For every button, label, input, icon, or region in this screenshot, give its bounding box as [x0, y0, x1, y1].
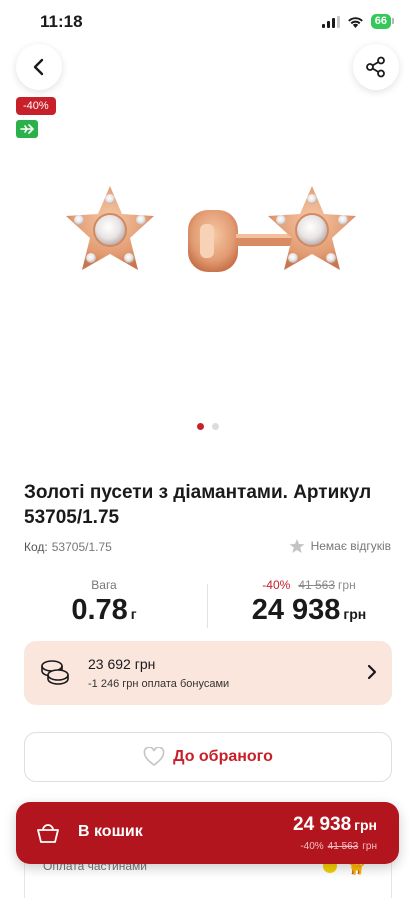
weight-unit: г — [130, 606, 137, 622]
product-code-label: Код: — [24, 540, 48, 554]
discount-percent: -40% — [262, 578, 291, 592]
weight-value: 0.78 — [71, 594, 128, 626]
battery-indicator: 66 — [370, 14, 395, 29]
cart-old-currency: грн — [362, 841, 377, 852]
delivery-badge — [16, 120, 38, 138]
divider — [207, 584, 208, 628]
product-code: Код: 53705/1.75 — [24, 540, 112, 554]
old-price: 41 563 — [298, 578, 336, 592]
weight-block: Вага 0.78 г — [24, 578, 184, 627]
chevron-left-icon — [33, 58, 44, 76]
reviews-link[interactable]: Немає відгуків — [289, 538, 391, 554]
cart-discount-percent: -40% — [300, 841, 324, 852]
share-button[interactable] — [353, 44, 399, 90]
cart-price: 24 938 — [293, 814, 352, 835]
price-row: 24 938 грн — [224, 594, 394, 627]
cart-old-price-row: -40% 41 563 грн — [300, 841, 377, 852]
old-price-row: -40% 41 563 грн — [224, 578, 394, 592]
price-currency: грн — [343, 606, 367, 622]
back-button[interactable] — [16, 44, 62, 90]
signal-icon — [321, 15, 340, 28]
carousel-dot[interactable] — [196, 423, 204, 430]
cart-label: В кошик — [78, 823, 143, 840]
cart-old-price: 41 563 — [327, 841, 359, 852]
weight-label: Вага — [91, 578, 117, 592]
wifi-icon — [347, 16, 363, 28]
reviews-label: Немає відгуків — [310, 539, 391, 553]
status-time: 11:18 — [40, 12, 83, 31]
airplane-icon — [20, 124, 34, 134]
product-title: Золоті пусети з діамантами. Артикул 5370… — [24, 482, 372, 528]
heart-icon — [143, 747, 165, 766]
bonus-subtitle: -1 246 грн оплата бонусами — [88, 678, 230, 690]
bonus-card[interactable]: 23 692 грн -1 246 грн оплата бонусами — [24, 641, 392, 705]
cart-price-currency: грн — [354, 817, 377, 833]
coins-icon — [41, 660, 69, 685]
discount-badge: -40% — [16, 97, 56, 115]
price-block: -40% 41 563 грн 24 938 грн — [224, 578, 394, 627]
favorites-label: До обраного — [173, 748, 273, 765]
add-to-favorites-button[interactable]: До обраного — [24, 732, 392, 782]
cart-price-row: 24 938 грн — [293, 814, 377, 836]
add-to-cart-button[interactable]: В кошик 24 938 грн -40% 41 563 грн — [16, 802, 399, 864]
weight-value-row: 0.78 г — [24, 594, 184, 627]
carousel-pagination[interactable] — [0, 423, 415, 430]
star-icon — [289, 539, 305, 553]
status-icons: 66 — [321, 14, 395, 29]
bonus-amount: 23 692 грн — [88, 656, 156, 672]
carousel-dot[interactable] — [211, 423, 219, 430]
old-price-currency: грн — [338, 578, 356, 592]
product-code-value: 53705/1.75 — [51, 540, 112, 554]
product-image — [66, 186, 356, 272]
share-icon — [366, 56, 385, 78]
earring-front — [66, 186, 154, 270]
status-bar: 11:18 66 — [0, 0, 415, 46]
chevron-right-icon — [367, 664, 377, 680]
basket-icon — [37, 824, 59, 843]
earring-side — [268, 186, 356, 270]
current-price: 24 938 — [251, 594, 341, 626]
